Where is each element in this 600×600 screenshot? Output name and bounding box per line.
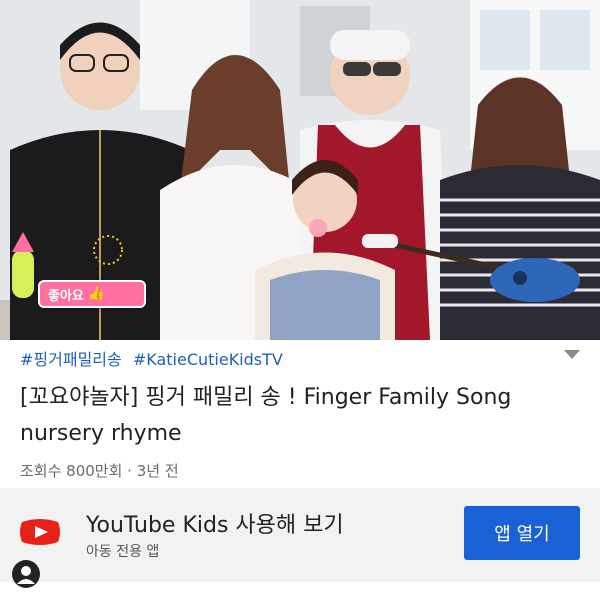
like-badge: 좋아요 👍 bbox=[38, 280, 146, 308]
hashtag-link[interactable]: #핑거패밀리송 bbox=[20, 350, 122, 369]
promo-subtitle: 아동 전용 앱 bbox=[86, 544, 160, 560]
video-meta: 조회수 800만회 · 3년 전 bbox=[20, 462, 179, 480]
profile-avatar-icon[interactable] bbox=[12, 560, 40, 588]
video-thumbnail[interactable]: 좋아요 👍 bbox=[0, 0, 600, 340]
promo-title: YouTube Kids 사용해 보기 bbox=[86, 513, 344, 538]
thumbs-up-icon: 👍 bbox=[87, 286, 106, 302]
hashtag-link[interactable]: #KatieCutieKidsTV bbox=[133, 350, 283, 369]
video-title: [꼬요야놀자] 핑거 패밀리 송 ! Finger Family Song nu… bbox=[20, 385, 512, 446]
chevron-down-icon[interactable] bbox=[564, 350, 580, 359]
youtube-kids-logo-icon bbox=[20, 519, 60, 545]
hashtag-row: #핑거패밀리송 #KatieCutieKidsTV bbox=[20, 346, 289, 370]
open-app-button[interactable]: 앱 열기 bbox=[464, 506, 580, 560]
like-badge-text: 좋아요 bbox=[48, 288, 84, 304]
